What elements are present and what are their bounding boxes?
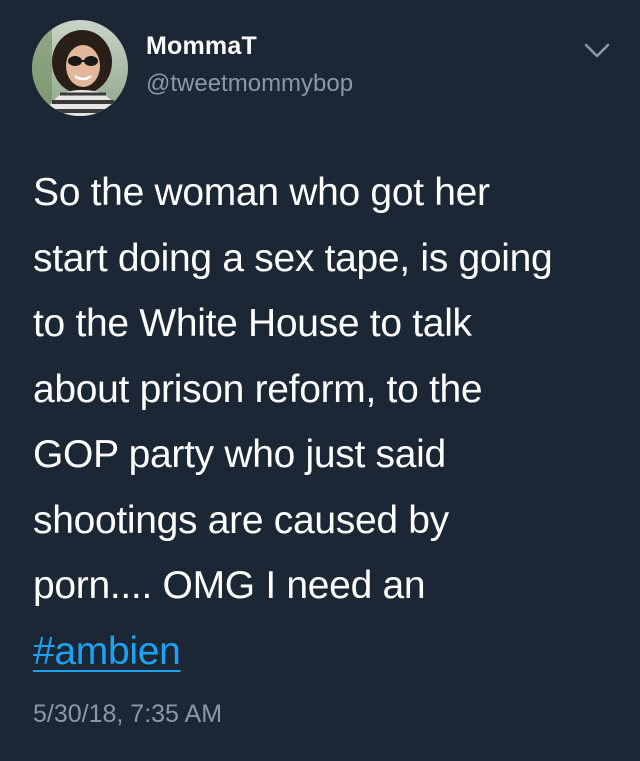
tweet-timestamp[interactable]: 5/30/18, 7:35 AM bbox=[33, 700, 222, 729]
hashtag-link[interactable]: #ambien bbox=[33, 630, 181, 673]
avatar-photo-icon bbox=[32, 20, 128, 116]
tweet-text-line: So the woman who got her bbox=[33, 171, 490, 214]
chevron-down-icon bbox=[584, 43, 610, 58]
author-handle[interactable]: @tweetmommybop bbox=[146, 70, 353, 98]
author-avatar[interactable] bbox=[32, 20, 128, 116]
tweet-menu-button[interactable] bbox=[580, 36, 614, 64]
tweet-text-line: to the White House to talk bbox=[33, 302, 472, 345]
tweet-text-line: GOP party who just said bbox=[33, 433, 446, 476]
tweet-text-line: porn.... OMG I need an bbox=[33, 564, 426, 607]
tweet-hashtag-line: #ambien bbox=[33, 619, 613, 685]
tweet-card: MommaT @tweetmommybop So the woman who g… bbox=[0, 0, 640, 761]
tweet-text-line: about prison reform, to the bbox=[33, 367, 483, 411]
tweet-body: So the woman who got her start doing a s… bbox=[33, 160, 613, 684]
tweet-text-line: start doing a sex tape, is going bbox=[33, 236, 553, 280]
author-display-name[interactable]: MommaT bbox=[146, 32, 257, 61]
tweet-text-line: shootings are caused by bbox=[33, 498, 449, 542]
